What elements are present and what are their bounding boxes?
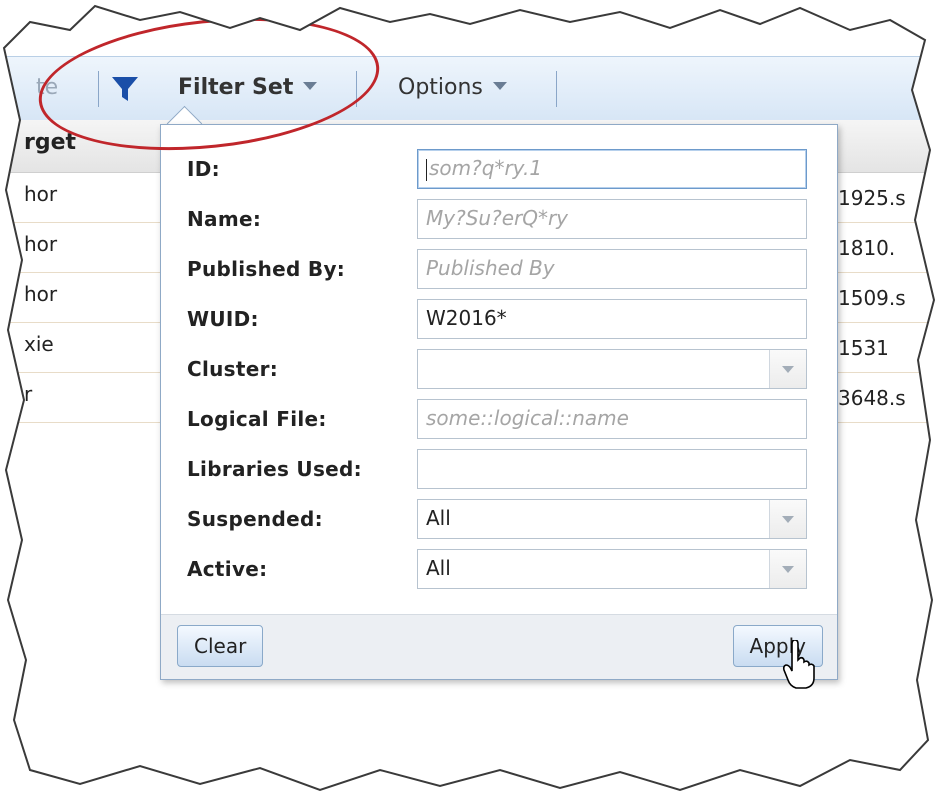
cluster-select[interactable] (417, 349, 807, 389)
text-cursor (426, 158, 427, 181)
filter-row-name: Name: My?Su?erQ*ry (187, 199, 817, 239)
filter-row-logical-file: Logical File: some::logical::name (187, 399, 817, 439)
id-placeholder: som?q*ry.1 (429, 156, 543, 180)
filter-row-suspended: Suspended: All (187, 499, 817, 539)
screenshot-area: te Filter Set Options rget hor 1925.s ho… (4, 6, 934, 790)
column-header-target[interactable]: rget (24, 130, 76, 155)
table-cell: 1531 (838, 336, 889, 360)
field-label: Logical File: (187, 407, 327, 431)
field-label: Cluster: (187, 357, 279, 381)
table-cell: hor (24, 182, 58, 206)
field-label: Active: (187, 557, 268, 581)
name-input[interactable]: My?Su?erQ*ry (417, 199, 807, 239)
table-cell: 1810. (838, 236, 896, 260)
wuid-value: W2016* (426, 306, 507, 330)
field-label: WUID: (187, 307, 259, 331)
chevron-down-icon (492, 82, 507, 90)
field-label: Libraries Used: (187, 457, 362, 481)
filter-row-libraries-used: Libraries Used: (187, 449, 817, 489)
chevron-down-icon[interactable] (769, 500, 806, 538)
field-label: Published By: (187, 257, 346, 281)
libraries-used-input[interactable] (417, 449, 807, 489)
torn-paper-frame: te Filter Set Options rget hor 1925.s ho… (0, 0, 941, 799)
filter-row-wuid: WUID: W2016* (187, 299, 817, 339)
table-cell: 3648.s (838, 386, 906, 410)
toolbar-separator (556, 71, 557, 107)
filter-row-published-by: Published By: Published By (187, 249, 817, 289)
id-input[interactable]: som?q*ry.1 (417, 149, 807, 189)
active-select[interactable]: All (417, 549, 807, 589)
filter-popup: ID: som?q*ry.1 Name: My?Su?erQ*ry Publis… (160, 124, 838, 680)
table-cell: 1509.s (838, 286, 906, 310)
filter-row-cluster: Cluster: (187, 349, 817, 389)
logical-file-input[interactable]: some::logical::name (417, 399, 807, 439)
clear-button[interactable]: Clear (177, 625, 264, 667)
table-cell: 1925.s (838, 186, 906, 210)
published-by-input[interactable]: Published By (417, 249, 807, 289)
suspended-select[interactable]: All (417, 499, 807, 539)
filter-row-active: Active: All (187, 549, 817, 589)
options-label: Options (398, 75, 483, 100)
field-label: ID: (187, 157, 220, 181)
field-label: Name: (187, 207, 262, 231)
field-label: Suspended: (187, 507, 323, 531)
published-by-placeholder: Published By (426, 256, 555, 280)
table-cell: r (24, 382, 33, 406)
chevron-down-icon[interactable] (769, 350, 806, 388)
options-button[interactable]: Options (398, 57, 507, 121)
filter-row-id: ID: som?q*ry.1 (187, 149, 817, 189)
active-value: All (426, 556, 451, 580)
hand-cursor-icon (782, 640, 815, 689)
popup-footer: Clear Apply (161, 614, 837, 679)
name-placeholder: My?Su?erQ*ry (426, 206, 569, 230)
logical-file-placeholder: some::logical::name (426, 406, 629, 430)
wuid-input[interactable]: W2016* (417, 299, 807, 339)
chevron-down-icon[interactable] (769, 550, 806, 588)
table-cell: hor (24, 282, 58, 306)
table-cell: xie (24, 332, 54, 356)
table-cell: hor (24, 232, 58, 256)
suspended-value: All (426, 506, 451, 530)
